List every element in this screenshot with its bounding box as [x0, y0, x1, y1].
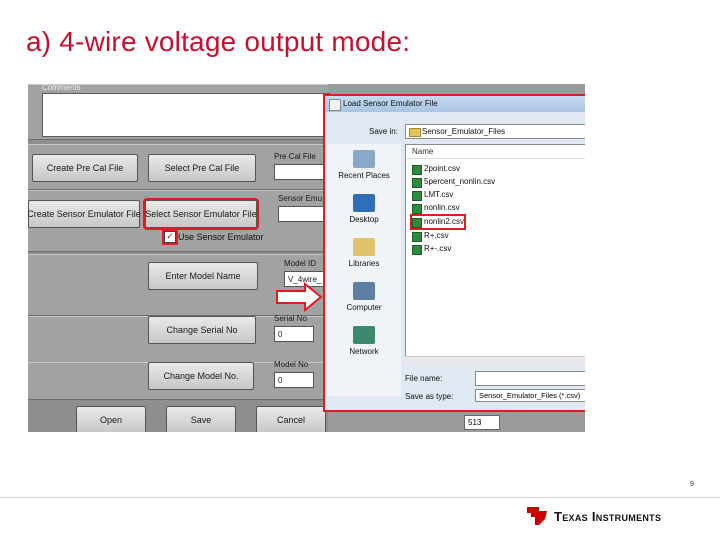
file-name-input[interactable] [475, 371, 585, 386]
change-serial-no-button[interactable]: Change Serial No [148, 316, 256, 344]
slide-title: a) 4-wire voltage output mode: [26, 26, 411, 57]
name-column-header[interactable]: Name [406, 145, 585, 159]
use-sensor-emulator-label: Use Sensor Emulator [178, 232, 264, 242]
file-name-label: File name: [405, 374, 443, 383]
ti-logo-icon [527, 507, 547, 525]
csv-file-icon [412, 218, 422, 228]
cancel-button[interactable]: Cancel [256, 406, 326, 432]
file-item[interactable]: 5percent_nonlin.csv [412, 176, 495, 188]
place-computer[interactable]: Computer [327, 282, 401, 312]
right-value-field[interactable]: 513 [464, 415, 500, 430]
dialog-title: Load Sensor Emulator File [343, 99, 438, 108]
comments-band: Comments [28, 84, 330, 140]
footer-divider [0, 497, 720, 498]
sensor-emu-field[interactable] [278, 206, 328, 222]
places-bar: Recent Places Desktop Libraries Computer… [327, 144, 401, 396]
file-item[interactable]: R+.csv [412, 230, 449, 242]
save-button[interactable]: Save [166, 406, 236, 432]
save-in-dropdown[interactable]: Sensor_Emulator_Files [405, 124, 585, 139]
save-as-type-select[interactable]: Sensor_Emulator_Files (*.csv) [475, 389, 585, 402]
serial-no-label: Serial No [274, 314, 307, 323]
csv-file-icon [412, 191, 422, 201]
file-item[interactable]: LMT.csv [412, 189, 453, 201]
screenshot: Comments Create Pre Cal File Select Pre … [28, 84, 585, 432]
csv-file-icon [412, 232, 422, 242]
comments-label: Comments [42, 84, 81, 92]
pre-cal-file-label: Pre Cal File [274, 152, 316, 161]
comments-field[interactable] [42, 93, 330, 137]
csv-file-icon [412, 178, 422, 188]
change-model-no-button[interactable]: Change Model No. [148, 362, 254, 390]
csv-file-icon [412, 245, 422, 255]
save-in-label: Save in: [369, 127, 398, 136]
save-in-value: Sensor_Emulator_Files [422, 127, 506, 136]
csv-file-icon [412, 165, 422, 175]
select-pre-cal-button[interactable]: Select Pre Cal File [148, 154, 256, 182]
place-label: Desktop [349, 215, 379, 224]
place-libraries[interactable]: Libraries [327, 238, 401, 268]
file-item-selected[interactable]: nonlin2.csv [409, 214, 467, 230]
app-icon [329, 99, 341, 111]
arrow-right-icon [276, 282, 323, 312]
dialog-title-bar: Load Sensor Emulator File [325, 96, 585, 112]
select-sensor-emulator-button[interactable]: Select Sensor Emulator File [143, 198, 259, 230]
place-label: Recent Places [338, 171, 390, 180]
desktop-icon [353, 194, 375, 212]
model-no-field[interactable]: 0 [274, 372, 314, 388]
recent-places-icon [353, 150, 375, 168]
horizontal-scrollbar[interactable] [405, 356, 585, 365]
model-id-label: Model ID [284, 259, 317, 268]
place-recent[interactable]: Recent Places [327, 150, 401, 180]
use-sensor-emulator-checkbox[interactable]: ✓ [162, 229, 178, 245]
model-no-label: Model No [274, 360, 309, 369]
sensor-emu-label: Sensor Emu [278, 194, 323, 203]
page-number: 9 [690, 481, 694, 488]
enter-model-name-button[interactable]: Enter Model Name [148, 262, 258, 290]
save-as-type-label: Save as type: [405, 392, 454, 401]
place-network[interactable]: Network [327, 326, 401, 356]
create-pre-cal-button[interactable]: Create Pre Cal File [32, 154, 138, 182]
csv-file-icon [412, 204, 422, 214]
libraries-icon [353, 238, 375, 256]
labview-panel: Comments Create Pre Cal File Select Pre … [28, 84, 330, 432]
file-list: Name 2point.csv 5percent_nonlin.csv LMT.… [405, 144, 585, 364]
brand-name: Texas Instruments [554, 509, 662, 524]
open-button[interactable]: Open [76, 406, 146, 432]
file-item[interactable]: 2point.csv [412, 163, 460, 175]
file-item[interactable]: nonlin.csv [412, 202, 460, 214]
pre-cal-file-field[interactable] [274, 164, 328, 180]
place-desktop[interactable]: Desktop [327, 194, 401, 224]
place-label: Network [349, 347, 379, 356]
computer-icon [353, 282, 375, 300]
file-item[interactable]: R+-.csv [412, 243, 451, 255]
create-sensor-emulator-button[interactable]: Create Sensor Emulator File [28, 200, 141, 228]
folder-icon [409, 128, 421, 137]
place-label: Computer [346, 303, 382, 312]
load-file-dialog: Load Sensor Emulator File Save in: Senso… [323, 94, 585, 412]
network-icon [353, 326, 375, 344]
place-label: Libraries [348, 259, 380, 268]
serial-no-field[interactable]: 0 [274, 326, 314, 342]
